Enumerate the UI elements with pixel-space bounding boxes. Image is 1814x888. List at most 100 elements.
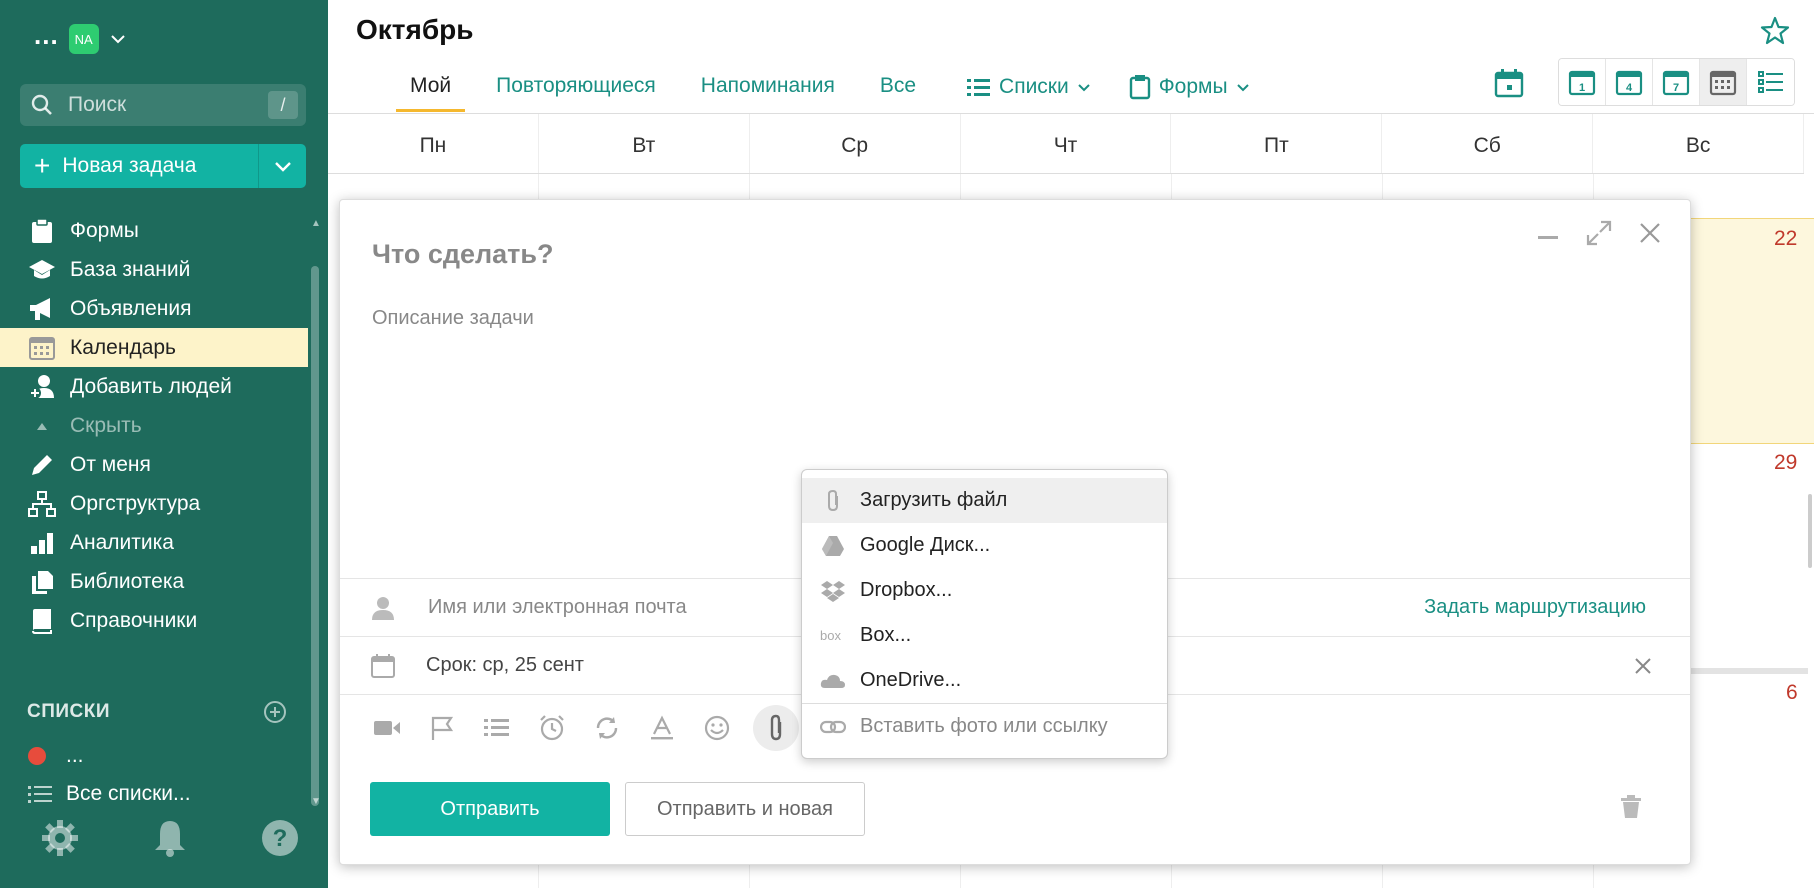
pencil-icon [28,451,56,479]
calendar-month-icon [1709,70,1737,96]
sidebar-item-knowledge-base[interactable]: База знаний [0,250,308,289]
scroll-down-arrow[interactable]: ▼ [311,796,321,807]
calendar-scrollbar[interactable] [1808,494,1812,568]
send-button[interactable]: Отправить [370,782,610,836]
sidebar-item-label: База знаний [70,257,191,281]
all-lists-item[interactable]: Все списки... [28,782,191,806]
onedrive-icon [820,673,846,689]
calendar-date[interactable]: 22 [1774,227,1797,251]
send-and-new-button[interactable]: Отправить и новая [625,782,865,836]
task-title-input[interactable] [370,238,1070,271]
triangle-up-icon [28,412,56,440]
search-input[interactable] [66,92,256,118]
menu-item-insert-link[interactable]: Вставить фото или ссылку [802,704,1167,749]
search-shortcut-badge: / [268,91,298,119]
menu-item-upload-file[interactable]: Загрузить файл [802,478,1167,523]
menu-item-dropbox[interactable]: Dropbox... [802,568,1167,613]
sidebar-item-from-me[interactable]: От меня [0,445,308,484]
calendar-date[interactable]: 6 [1786,681,1798,705]
attach-menu: Загрузить файл Google Диск... Dropbox...… [801,469,1168,759]
sidebar-nav: Формы База знаний Объявления Календарь Д… [0,211,308,640]
account-switcher[interactable]: ... NA [34,22,127,54]
view-4day-button[interactable]: 4 [1606,59,1653,105]
sidebar-scrollbar[interactable] [311,266,319,806]
org-chart-icon [28,490,56,518]
sidebar-item-library[interactable]: Библиотека [0,562,308,601]
sidebar-item-add-people[interactable]: Добавить людей [0,367,308,406]
menu-item-onedrive[interactable]: OneDrive... [802,658,1167,703]
new-task-split-button: + Новая задача [20,144,306,188]
add-user-icon [28,373,56,401]
tab-reminders[interactable]: Напоминания [687,68,849,112]
clipboard-icon [1129,75,1150,100]
forms-dropdown[interactable]: Формы [1129,68,1250,106]
lists-dropdown-label: Списки [999,75,1069,98]
bell-icon[interactable] [150,818,190,858]
view-month-button[interactable] [1700,59,1747,105]
tab-mine[interactable]: Мой [396,68,466,112]
calendar-date[interactable]: 29 [1774,451,1797,475]
close-icon[interactable] [1638,221,1662,245]
new-task-button[interactable]: + Новая задача [20,144,258,188]
text-format-icon[interactable] [643,709,681,747]
new-task-menu-button[interactable] [258,144,306,188]
today-calendar-icon[interactable] [1494,68,1524,98]
view-day-button[interactable]: 1 [1559,59,1606,105]
user-icon [370,595,400,621]
all-lists-label: Все списки... [66,782,191,805]
sidebar-item-analytics[interactable]: Аналитика [0,523,308,562]
page-title: Октябрь [356,14,474,45]
flag-icon[interactable] [423,709,461,747]
search-box: / [20,84,306,126]
add-list-icon[interactable] [263,700,287,724]
sidebar-item-label: Справочники [70,608,198,632]
deadline-value[interactable]: Срок: ср, 25 сент [426,654,584,677]
dropbox-icon [820,580,846,602]
dialog-controls [1536,220,1662,246]
star-icon[interactable] [1760,16,1790,46]
lists-dropdown[interactable]: Списки [967,68,1091,106]
list-item[interactable]: ... [28,744,84,768]
checklist-icon[interactable] [478,709,516,747]
chevron-down-icon [274,162,291,172]
paperclip-icon [820,489,846,513]
alarm-clock-icon[interactable] [533,709,571,747]
sidebar-item-label: Календарь [70,335,176,359]
tab-all[interactable]: Все [866,68,930,112]
sidebar-item-announcements[interactable]: Объявления [0,289,308,328]
trash-icon[interactable] [1620,795,1642,819]
sidebar-item-hide[interactable]: Скрыть [0,406,308,445]
view-week-button[interactable]: 7 [1653,59,1700,105]
task-description-input[interactable] [370,306,970,331]
tab-recurring[interactable]: Повторяющиеся [482,68,670,112]
gear-icon[interactable] [40,818,80,858]
sidebar-footer: ? [40,818,300,858]
help-icon[interactable]: ? [260,818,300,858]
box-icon: box [820,629,846,643]
sidebar-item-calendar[interactable]: Календарь [0,328,308,367]
clear-deadline-icon[interactable] [1634,657,1652,675]
chevron-down-icon [1078,84,1090,92]
plus-icon: + [34,150,51,181]
scroll-up-arrow[interactable]: ▲ [311,218,321,229]
emoji-icon[interactable] [698,709,736,747]
view-list-button[interactable] [1747,59,1794,105]
weekday-thu: Чт [961,114,1172,173]
routing-link[interactable]: Задать маршрутизацию [1424,596,1646,619]
chevron-down-icon [109,30,127,48]
weekday-tue: Вт [539,114,750,173]
calendar-day-icon: 1 [1568,70,1596,96]
task-toolbar [368,705,799,751]
sidebar-item-org-structure[interactable]: Оргструктура [0,484,308,523]
minimize-icon[interactable] [1536,221,1560,245]
expand-icon[interactable] [1586,220,1612,246]
sidebar-item-references[interactable]: Справочники [0,601,308,640]
sidebar-item-forms[interactable]: Формы [0,211,308,250]
repeat-icon[interactable] [588,709,626,747]
paperclip-icon[interactable] [753,705,799,751]
menu-item-box[interactable]: box Box... [802,613,1167,658]
menu-item-google-drive[interactable]: Google Диск... [802,523,1167,568]
video-icon[interactable] [368,709,406,747]
weekday-sat: Сб [1382,114,1594,173]
lists-section-header: СПИСКИ [27,700,287,724]
